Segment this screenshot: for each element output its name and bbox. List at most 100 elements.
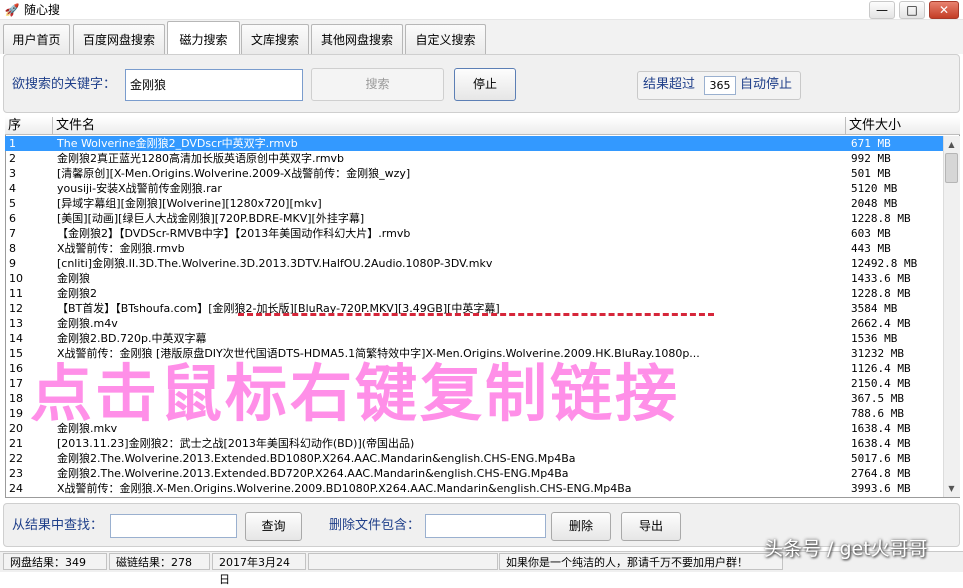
row-filesize: 443 MB (851, 242, 891, 255)
query-button[interactable]: 查询 (245, 512, 302, 541)
row-index: 3 (9, 167, 16, 180)
row-index: 4 (9, 182, 16, 195)
table-row[interactable]: 4 yousiji-安装X战警前传金刚狼.rar 5120 MB (5, 181, 945, 196)
column-header-index[interactable]: 序 (5, 117, 53, 135)
row-filesize: 603 MB (851, 227, 891, 240)
row-filesize: 31232 MB (851, 347, 904, 360)
table-row[interactable]: 3 [清馨原创][X-Men.Origins.Wolverine.2009-X战警… (5, 166, 945, 181)
brand-watermark: 头条号 / get火哥哥 (764, 538, 928, 560)
row-filesize: 992 MB (851, 152, 891, 165)
row-index: 12 (9, 302, 23, 315)
row-filename: [异域字幕组][金刚狼][Wolverine][1280x720][mkv] (57, 197, 322, 210)
row-filename: X战警前传：金刚狼.rmvb (57, 242, 185, 255)
row-index: 8 (9, 242, 16, 255)
column-header-filename[interactable]: 文件名 (53, 117, 846, 135)
row-index: 10 (9, 272, 23, 285)
tab-magnet-search[interactable]: 磁力搜索 (167, 21, 240, 55)
table-row[interactable]: 5 [异域字幕组][金刚狼][Wolverine][1280x720][mkv] 2… (5, 196, 945, 211)
status-magnet-count: 磁链结果：278 (109, 553, 210, 570)
status-netdisk-count: 网盘结果：349 (3, 553, 107, 570)
row-filesize: 5017.6 MB (851, 452, 911, 465)
delete-button[interactable]: 删除 (551, 512, 611, 541)
scroll-up-arrow-icon[interactable]: ▲ (944, 137, 959, 152)
tab-other-netdisk-search[interactable]: 其他网盘搜索 (311, 24, 403, 54)
row-filesize: 501 MB (851, 167, 891, 180)
row-index: 14 (9, 332, 23, 345)
window-title: 随心搜 (24, 3, 61, 17)
table-row[interactable]: 21 [2013.11.23]金刚狼2：武士之战[2013年美国科幻动作(BD)]… (5, 436, 945, 451)
table-row[interactable]: 11 金刚狼2 1228.8 MB (5, 286, 945, 301)
annotation-underline (238, 313, 714, 316)
row-filename: The Wolverine金刚狼2_DVDscr中英双字.rmvb (57, 137, 298, 150)
row-filesize: 2048 MB (851, 197, 898, 210)
row-index: 23 (9, 467, 23, 480)
row-filesize: 3584 MB (851, 302, 898, 315)
close-button[interactable]: ✕ (929, 1, 959, 19)
row-filesize: 1228.8 MB (851, 212, 911, 225)
delete-contains-label: 删除文件包含： (329, 518, 421, 533)
row-index: 21 (9, 437, 23, 450)
row-filename: 金刚狼2.The.Wolverine.2013.Extended.BD720P.… (57, 467, 569, 480)
row-filename: 金刚狼.m4v (57, 317, 118, 330)
scroll-thumb[interactable] (945, 153, 958, 183)
row-filename: X战警前传：金刚狼.X-Men.Origins.Wolverine.2009.B… (57, 482, 632, 495)
maximize-button[interactable]: □ (899, 1, 925, 19)
row-filesize: 1433.6 MB (851, 272, 911, 285)
table-row[interactable]: 2 金刚狼2真正蓝光1280高清加长版英语原创中英双字.rmvb 992 MB (5, 151, 945, 166)
tab-baidu-search[interactable]: 百度网盘搜索 (73, 24, 165, 54)
row-index: 24 (9, 482, 23, 495)
table-row[interactable]: 6 [美国][动画][绿巨人大战金刚狼][720P.BDRE-MKV][外挂字幕]… (5, 211, 945, 226)
title-bar (0, 0, 963, 20)
row-filename: 金刚狼2真正蓝光1280高清加长版英语原创中英双字.rmvb (57, 152, 345, 165)
row-filename: [2013.11.23]金刚狼2：武士之战[2013年美国科幻动作(BD)](帝… (57, 437, 415, 450)
table-row[interactable]: 13 金刚狼.m4v 2662.4 MB (5, 316, 945, 331)
table-row[interactable]: 10 金刚狼 1433.6 MB (5, 271, 945, 286)
scroll-down-arrow-icon[interactable]: ▼ (944, 481, 959, 496)
row-filename: [美国][动画][绿巨人大战金刚狼][720P.BDRE-MKV][外挂字幕] (57, 212, 365, 225)
tab-library-search[interactable]: 文库搜索 (241, 24, 309, 54)
row-index: 6 (9, 212, 16, 225)
row-index: 2 (9, 152, 16, 165)
row-filename: [cnliti]金刚狼.II.3D.The.Wolverine.3D.2013.… (57, 257, 493, 270)
table-row[interactable]: 24 X战警前传：金刚狼.X-Men.Origins.Wolverine.2009… (5, 481, 945, 496)
minimize-button[interactable]: — (869, 1, 895, 19)
table-row[interactable]: 1 The Wolverine金刚狼2_DVDscr中英双字.rmvb 671 MB (5, 136, 945, 151)
table-row[interactable]: 9 [cnliti]金刚狼.II.3D.The.Wolverine.3D.2013… (5, 256, 945, 271)
row-filesize: 2764.8 MB (851, 467, 911, 480)
row-filesize: 2662.4 MB (851, 317, 911, 330)
row-index: 9 (9, 257, 16, 270)
limit-input[interactable]: 365 (704, 76, 736, 95)
tab-custom-search[interactable]: 自定义搜索 (405, 24, 486, 54)
row-filesize: 12492.8 MB (851, 257, 918, 270)
row-filename: yousiji-安装X战警前传金刚狼.rar (57, 182, 222, 195)
limit-suffix-label: 自动停止 (740, 77, 793, 92)
results-rows: 1 The Wolverine金刚狼2_DVDscr中英双字.rmvb 671 MB… (5, 136, 945, 496)
row-filesize: 3993.6 MB (851, 482, 911, 495)
row-index: 22 (9, 452, 23, 465)
row-index: 7 (9, 227, 16, 240)
tab-home[interactable]: 用户首页 (3, 24, 70, 54)
table-row[interactable]: 14 金刚狼2.BD.720p.中英双字幕 1536 MB (5, 331, 945, 346)
export-button[interactable]: 导出 (621, 512, 681, 541)
table-row[interactable]: 22 金刚狼2.The.Wolverine.2013.Extended.BD108… (5, 451, 945, 466)
row-filesize: 5120 MB (851, 182, 898, 195)
vertical-scrollbar[interactable] (943, 136, 960, 497)
keyword-label: 欲搜索的关键字： (12, 77, 117, 92)
keyword-input[interactable]: 金刚狼 (125, 69, 303, 101)
row-index: 1 (9, 137, 16, 150)
find-input[interactable] (110, 514, 237, 538)
table-row[interactable]: 8 X战警前传：金刚狼.rmvb 443 MB (5, 241, 945, 256)
table-row[interactable]: 7 【金刚狼2】【DVDScr-RMVB中字】【2013年美国动作科幻大片】.rm… (5, 226, 945, 241)
table-row[interactable]: 23 金刚狼2.The.Wolverine.2013.Extended.BD720… (5, 466, 945, 481)
row-filename: 金刚狼2.The.Wolverine.2013.Extended.BD1080P… (57, 452, 576, 465)
row-index: 5 (9, 197, 16, 210)
row-filesize: 2150.4 MB (851, 377, 911, 390)
delete-contains-input[interactable] (425, 514, 546, 538)
row-index: 13 (9, 317, 23, 330)
row-filename: 金刚狼2.BD.720p.中英双字幕 (57, 332, 207, 345)
limit-prefix-label: 结果超过 (643, 77, 696, 92)
search-button[interactable]: 搜索 (311, 68, 444, 101)
column-header-filesize[interactable]: 文件大小 (846, 117, 940, 135)
stop-button[interactable]: 停止 (454, 68, 516, 101)
status-message: 如果你是一个纯洁的人，那请千万不要加用户群！ (499, 553, 783, 570)
